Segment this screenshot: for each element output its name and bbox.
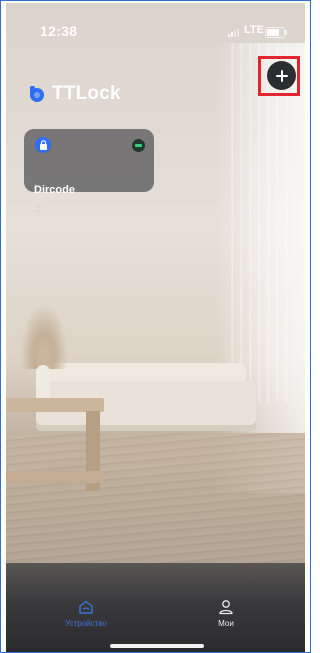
status-bar: 12:38 LTE	[6, 3, 305, 43]
battery-level	[267, 29, 279, 36]
tab-mine-label: Мои	[218, 619, 234, 628]
person-icon	[219, 600, 233, 615]
app-title: TTLock	[52, 83, 121, 104]
network-type: LTE	[244, 24, 264, 36]
app-header: TTLock	[26, 82, 121, 106]
wooden-floor	[6, 433, 305, 563]
home-icon	[79, 600, 93, 614]
bottom-navigation: Устройство Мои	[6, 588, 305, 638]
coffee-table	[6, 398, 104, 412]
device-card[interactable]: Dircode	[24, 129, 154, 212]
tab-devices[interactable]: Устройство	[46, 588, 126, 634]
vase	[36, 365, 50, 399]
tab-mine[interactable]: Мои	[186, 588, 266, 634]
plus-icon	[275, 69, 288, 82]
screenshot-frame: 12:38 LTE TTLock Dircode Устройство Мои	[0, 0, 311, 653]
padlock-icon	[35, 137, 51, 153]
coffee-table-base	[6, 471, 104, 483]
pampas-decoration	[20, 303, 68, 369]
battery-indicator-icon	[132, 139, 145, 152]
tab-devices-label: Устройство	[65, 619, 107, 628]
window-blinds	[225, 43, 295, 403]
user-icon	[35, 204, 43, 212]
home-indicator	[110, 644, 204, 648]
ttlock-logo-icon	[30, 86, 44, 102]
battery-icon	[265, 27, 287, 38]
add-device-button[interactable]	[267, 61, 296, 90]
status-time: 12:38	[40, 23, 78, 39]
phone-screen: 12:38 LTE TTLock Dircode Устройство Мои	[6, 3, 305, 652]
signal-strength-icon	[228, 27, 242, 37]
device-name: Dircode	[34, 184, 75, 196]
